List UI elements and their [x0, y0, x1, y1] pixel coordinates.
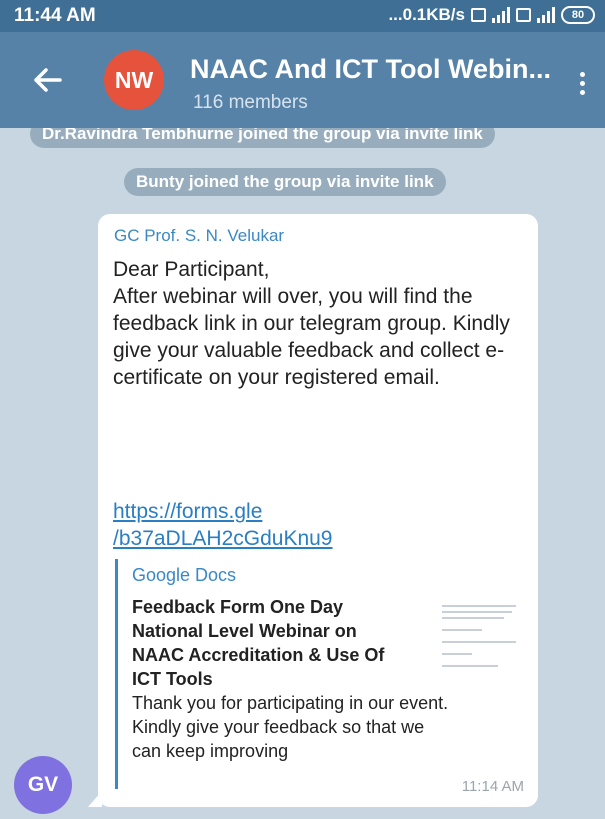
signal-icon — [492, 7, 510, 23]
preview-desc-line: can keep improving — [132, 741, 289, 761]
preview-title: Feedback Form One Day National Level Web… — [132, 595, 422, 691]
service-message: Dr.Ravindra Tembhurne joined the group v… — [30, 128, 495, 148]
message-bubble[interactable]: GC Prof. S. N. Velukar Dear Participant,… — [98, 214, 538, 807]
network-speed: ...0.1KB/s — [388, 5, 465, 24]
preview-title-line: National Level Webinar on — [132, 621, 357, 641]
link-line[interactable]: https://forms.gle — [113, 498, 533, 525]
preview-desc-line: Thank you for participating in our event… — [132, 693, 449, 713]
service-message: Bunty joined the group via invite link — [124, 168, 446, 196]
back-arrow-icon[interactable] — [24, 56, 72, 104]
message-link[interactable]: https://forms.gle /b37aDLAH2cGduKnu9 — [113, 498, 533, 552]
message-text: Dear Participant, After webinar will ove… — [113, 256, 531, 391]
message-text-line: After webinar will over, you will find t… — [113, 285, 510, 389]
message-text-line: Dear Participant, — [113, 258, 270, 281]
app-bar: NW NAAC And ICT Tool Webin... 116 member… — [0, 32, 605, 128]
sender-name[interactable]: GC Prof. S. N. Velukar — [114, 226, 284, 246]
battery-icon: 80 — [561, 6, 595, 24]
preview-desc-line: Kindly give your feedback so that we — [132, 717, 425, 737]
chat-title[interactable]: NAAC And ICT Tool Webin... — [190, 54, 550, 85]
volte-icon — [471, 8, 486, 22]
signal-icon-2 — [537, 7, 555, 23]
more-vertical-icon[interactable] — [572, 72, 592, 112]
message-time: 11:14 AM — [461, 778, 524, 795]
status-bar: 11:44 AM ...0.1KB/s 80 — [0, 0, 605, 32]
chat-area[interactable]: Dr.Ravindra Tembhurne joined the group v… — [0, 128, 605, 819]
preview-title-line: NAAC Accreditation & Use Of — [132, 645, 385, 665]
status-icons: ...0.1KB/s 80 — [388, 5, 595, 25]
preview-title-line: Feedback Form One Day — [132, 597, 344, 617]
sender-avatar[interactable]: GV — [14, 756, 72, 814]
preview-thumbnail[interactable] — [438, 599, 520, 675]
preview-site-name: Google Docs — [132, 565, 237, 585]
link-preview[interactable]: Google Docs Feedback Form One Day Nation… — [115, 559, 538, 789]
members-count: 116 members — [193, 92, 308, 113]
preview-title-line: ICT Tools — [132, 669, 213, 689]
status-time: 11:44 AM — [14, 5, 96, 26]
group-avatar[interactable]: NW — [104, 50, 164, 110]
link-line[interactable]: /b37aDLAH2cGduKnu9 — [113, 525, 533, 552]
preview-description: Thank you for participating in our event… — [132, 691, 542, 763]
volte-icon-2 — [516, 8, 531, 22]
